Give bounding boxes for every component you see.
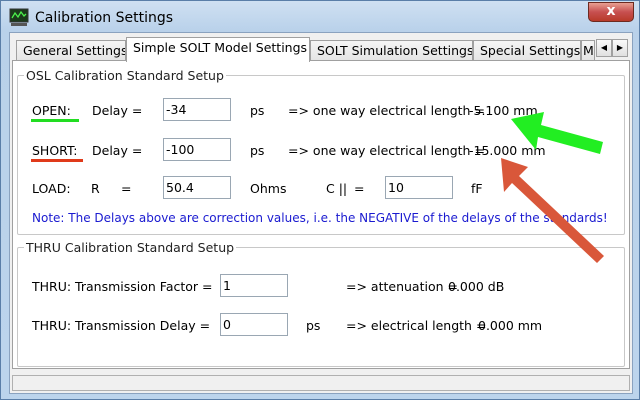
- electrical-length-label: => electrical length =: [346, 318, 487, 333]
- short-delay-input[interactable]: -100: [163, 138, 231, 161]
- load-r-unit: Ohms: [250, 181, 287, 196]
- attenuation-label: => attenuation =: [346, 279, 458, 294]
- thru-groupbox: THRU Calibration Standard Setup THRU: Tr…: [17, 240, 625, 367]
- window-title: Calibration Settings: [35, 10, 174, 26]
- tab-solt-simulation-settings[interactable]: SOLT Simulation Settings: [310, 40, 473, 61]
- tab-simple-solt-model-settings[interactable]: Simple SOLT Model Settings: [126, 37, 310, 62]
- osl-groupbox: OSL Calibration Standard Setup OPEN: Del…: [17, 68, 625, 235]
- open-result-value: -5.100 mm: [469, 103, 538, 118]
- load-c-unit: fF: [471, 181, 483, 196]
- tab-panel-simple-solt: OSL Calibration Standard Setup OPEN: Del…: [12, 60, 630, 369]
- status-bar: [12, 375, 630, 391]
- open-unit-label: ps: [250, 103, 265, 118]
- load-r-input[interactable]: 50.4: [163, 176, 231, 199]
- title-bar[interactable]: Calibration Settings x: [1, 1, 639, 35]
- thru-delay-label: THRU: Transmission Delay =: [32, 318, 211, 333]
- open-label: OPEN:: [32, 103, 71, 118]
- thru-factor-input[interactable]: 1: [220, 274, 288, 297]
- app-icon: [9, 8, 29, 26]
- electrical-length-value: 0.000 mm: [478, 318, 543, 333]
- open-delay-input[interactable]: -34: [163, 98, 231, 121]
- load-c-label: C ||: [326, 181, 348, 196]
- load-r-equals: =: [121, 181, 132, 196]
- load-c-input[interactable]: 10: [385, 176, 453, 199]
- attenuation-value: 0.000 dB: [448, 279, 505, 294]
- load-r-label: R: [91, 181, 100, 196]
- load-c-equals: =: [354, 181, 365, 196]
- short-delay-label: Delay =: [92, 143, 143, 158]
- short-result-label: => one way electrical length =: [288, 143, 485, 158]
- short-underline: [31, 159, 83, 162]
- thru-factor-label: THRU: Transmission Factor =: [32, 279, 213, 294]
- tab-scroll-left-icon[interactable]: ◀: [596, 39, 612, 57]
- short-unit-label: ps: [250, 143, 265, 158]
- delay-note: Note: The Delays above are correction va…: [32, 211, 608, 225]
- short-label: SHORT:: [32, 143, 78, 158]
- tab-special-settings[interactable]: Special Settings: [473, 40, 581, 61]
- close-button[interactable]: x: [588, 2, 634, 22]
- open-underline: [31, 119, 79, 122]
- open-delay-label: Delay =: [92, 103, 143, 118]
- short-result-value: -15.000 mm: [469, 143, 546, 158]
- thru-group-title: THRU Calibration Standard Setup: [24, 240, 237, 255]
- open-result-label: => one way electrical length =: [288, 103, 485, 118]
- tab-scroll-right-icon[interactable]: ▶: [612, 39, 628, 57]
- dialog-client-area: General Settings Simple SOLT Model Setti…: [9, 32, 633, 394]
- tab-strip: General Settings Simple SOLT Model Setti…: [12, 36, 630, 62]
- tab-general-settings[interactable]: General Settings: [16, 40, 126, 61]
- thru-delay-input[interactable]: 0: [220, 313, 288, 336]
- thru-delay-unit: ps: [306, 318, 321, 333]
- calibration-settings-window: Calibration Settings x General Settings …: [0, 0, 640, 400]
- load-label: LOAD:: [32, 181, 71, 196]
- close-icon: x: [606, 3, 616, 19]
- osl-group-title: OSL Calibration Standard Setup: [24, 68, 226, 83]
- tab-truncated[interactable]: M: [581, 40, 595, 61]
